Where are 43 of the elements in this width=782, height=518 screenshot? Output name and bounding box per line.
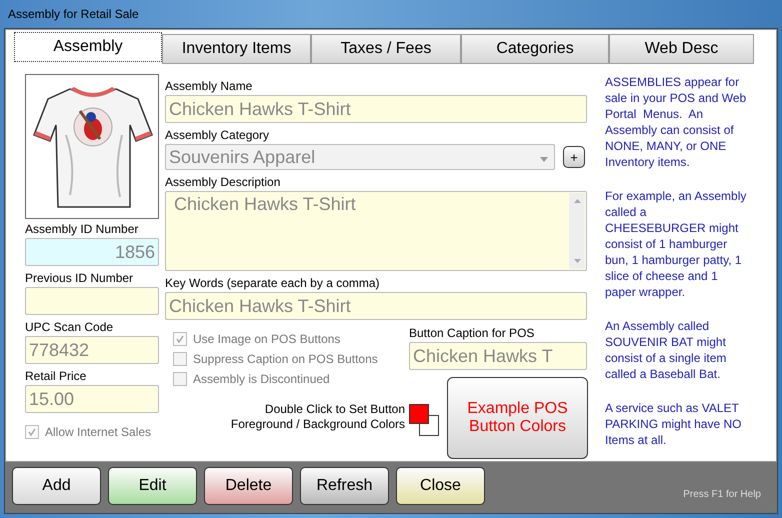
status-text: Press F1 for Help (683, 489, 761, 500)
field-label: UPC Scan Code (25, 320, 114, 334)
help-text: A service such as VALET PARKING might have NO Items at all. (605, 400, 742, 448)
checkbox-label: Use Image on POS Buttons (193, 332, 340, 346)
field-label: Key Words (separate each by a comma) (165, 276, 381, 290)
checkbox[interactable] (173, 332, 187, 346)
tab[interactable]: Categories (461, 34, 609, 64)
add-button[interactable]: + (563, 146, 585, 168)
color-hint: Double Click to Set Button Foreground / Background Colors (230, 402, 405, 432)
scrollbar[interactable] (569, 193, 585, 269)
field-label: Assembly Name (165, 79, 254, 93)
checkbox-label: Suppress Caption on POS Buttons (193, 352, 378, 366)
dropdown-arrow-icon (540, 157, 548, 162)
field-label: Retail Price (25, 369, 88, 383)
help-text: An Assembly called SOUVENIR BAT might consist of a single item called a Baseball Bat. (605, 318, 728, 382)
field-label: Button Caption for POS (409, 326, 536, 340)
tab[interactable]: Web Desc (609, 34, 754, 64)
check-icon (27, 427, 37, 437)
action-button[interactable]: Refresh (300, 467, 389, 505)
tab[interactable]: Inventory Items (162, 34, 311, 64)
check-icon (175, 334, 185, 344)
field-label: Assembly Description (165, 175, 282, 189)
checkbox[interactable] (25, 425, 39, 439)
help-text: ASSEMBLIES appear for sale in your POS and Web Portal Menus. An Assembly can consist of NONE, MANY, or ONE Inventory items. (605, 74, 747, 170)
action-button[interactable]: Edit (108, 467, 197, 505)
scroll-down-icon[interactable] (574, 259, 580, 263)
input-field[interactable] (25, 287, 159, 315)
field-label: Previous ID Number (25, 271, 134, 285)
checkbox-label: Assembly is Discontinued (193, 372, 330, 386)
field-label: Assembly ID Number (25, 222, 140, 236)
checkbox[interactable] (173, 372, 187, 386)
action-button[interactable]: Delete (204, 467, 293, 505)
tab[interactable]: Assembly (14, 32, 162, 62)
checkbox[interactable] (173, 352, 187, 366)
help-text: For example, an Assembly called a CHEESEBURGER might consist of 1 hamburger bun, 1 hamburger patty, 1 slice of cheese and 1 paper wrapper. (605, 188, 747, 300)
tab[interactable]: Taxes / Fees (311, 34, 461, 64)
action-button[interactable]: Add (12, 467, 101, 505)
action-button[interactable]: Close (396, 467, 485, 505)
color-swatch[interactable] (409, 404, 429, 424)
scroll-up-icon[interactable] (574, 199, 580, 203)
field-label: Assembly Category (165, 128, 270, 142)
checkbox-label: Allow Internet Sales (45, 425, 152, 439)
window-title: Assembly for Retail Sale (8, 7, 139, 21)
